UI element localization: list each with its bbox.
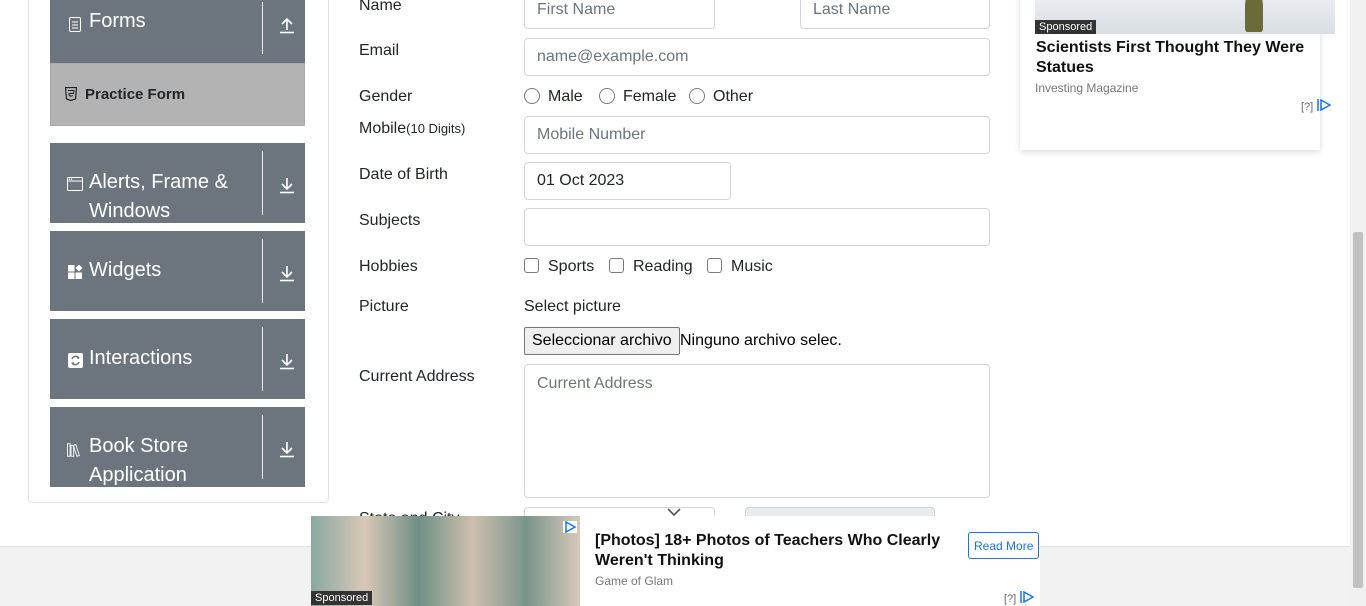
divider — [262, 151, 263, 215]
sidebar-group-label: Book Store — [89, 435, 188, 457]
divider — [262, 239, 263, 303]
adchoices[interactable]: [?] — [1301, 98, 1332, 114]
sidebar-group-widgets[interactable]: Widgets — [50, 231, 305, 311]
sidebar-group-label: Alerts, Frame & — [89, 171, 228, 193]
ad-headline[interactable]: [Photos] 18+ Photos of Teachers Who Clea… — [595, 531, 955, 571]
sidebar-group-forms[interactable]: Forms — [50, 0, 305, 63]
scrollbar-thumb[interactable] — [1353, 232, 1363, 588]
html5-icon — [64, 86, 79, 103]
sidebar-group-label: Forms — [89, 10, 146, 32]
adchoices-icon[interactable] — [563, 520, 577, 538]
dob-input[interactable]: 01 Oct 2023 — [524, 162, 731, 200]
page-scrollbar[interactable] — [1350, 0, 1366, 606]
gender-male-radio[interactable] — [524, 88, 540, 104]
divider — [262, 327, 263, 391]
mobile-hint: (10 Digits) — [406, 121, 466, 136]
download-arrow-icon[interactable] — [278, 264, 296, 282]
interactions-icon — [67, 352, 83, 368]
file-status-text: Ninguno archivo selec. — [680, 332, 842, 349]
hobby-music-label[interactable]: Music — [731, 258, 773, 276]
hobbies-label: Hobbies — [359, 258, 418, 275]
gender-female-label[interactable]: Female — [623, 88, 676, 106]
hobby-sports-label[interactable]: Sports — [548, 258, 594, 276]
sponsored-tag: Sponsored — [311, 591, 373, 605]
sidebar-group-label: Interactions — [89, 347, 193, 369]
right-ad[interactable]: Sponsored Scientists First Thought They … — [1020, 0, 1335, 150]
ad-image-statue — [1245, 0, 1263, 32]
adchoices-text: [?] — [1004, 592, 1017, 605]
divider — [262, 2, 263, 54]
mobile-input[interactable]: Mobile Number — [524, 116, 990, 154]
adchoices-icon — [1020, 590, 1035, 606]
widgets-icon — [67, 264, 83, 280]
hobby-music-checkbox[interactable] — [707, 258, 722, 273]
mobile-label: Mobile(10 Digits) — [359, 120, 465, 138]
subjects-input[interactable] — [524, 208, 990, 246]
sidebar-group-label-line2: Application — [89, 464, 187, 486]
document-icon — [67, 16, 83, 32]
ad-source: Game of Glam — [595, 574, 674, 588]
email-label: Email — [359, 42, 400, 59]
sidebar-group-interactions[interactable]: Interactions — [50, 319, 305, 399]
dob-label: Date of Birth — [359, 166, 448, 183]
sidebar-item-practice-form[interactable]: Practice Form — [50, 63, 305, 126]
current-address-textarea[interactable]: Current Address — [524, 364, 990, 498]
hobby-reading-label[interactable]: Reading — [633, 258, 693, 276]
read-more-button[interactable]: Read More — [968, 532, 1040, 559]
divider — [262, 415, 263, 479]
page: Forms Practice Form Alerts, Frame & Wind… — [0, 0, 1366, 606]
books-icon — [67, 442, 83, 458]
gender-male-label[interactable]: Male — [548, 88, 583, 106]
adchoices-icon — [1317, 98, 1332, 114]
choose-file-button[interactable]: Seleccionar archivo — [524, 327, 680, 355]
download-arrow-icon[interactable] — [278, 352, 296, 370]
upload-arrow-icon[interactable] — [278, 16, 296, 34]
hobby-sports-checkbox[interactable] — [524, 258, 539, 273]
download-arrow-icon[interactable] — [278, 176, 296, 194]
ad-source: Investing Magazine — [1035, 81, 1139, 95]
email-input[interactable]: name@example.com — [524, 38, 990, 76]
sidebar-group-label-line2: Windows — [89, 200, 171, 222]
gender-other-radio[interactable] — [689, 88, 705, 104]
sidebar-group-label: Widgets — [89, 259, 162, 281]
mobile-label-text: Mobile — [359, 120, 407, 137]
select-picture-label: Select picture — [524, 298, 621, 315]
sidebar-group-alerts[interactable]: Alerts, Frame & Windows — [50, 143, 305, 223]
adchoices[interactable]: [?] — [1004, 590, 1035, 606]
bottom-ad[interactable]: Sponsored [Photos] 18+ Photos of Teacher… — [311, 516, 1040, 606]
sponsored-tag: Sponsored — [1035, 20, 1097, 34]
download-arrow-icon[interactable] — [278, 440, 296, 458]
name-label: Name — [359, 0, 402, 14]
subjects-label: Subjects — [359, 212, 421, 229]
gender-label: Gender — [359, 88, 413, 105]
hobby-reading-checkbox[interactable] — [609, 258, 624, 273]
gender-other-label[interactable]: Other — [713, 88, 753, 106]
sidebar-item-label: Practice Form — [85, 86, 186, 103]
ad-headline[interactable]: Scientists First Thought They Were Statu… — [1036, 38, 1326, 78]
adchoices-text: [?] — [1301, 100, 1314, 113]
first-name-input[interactable]: First Name — [524, 0, 715, 29]
last-name-input[interactable]: Last Name — [800, 0, 990, 29]
address-label: Current Address — [359, 368, 475, 385]
picture-label: Picture — [359, 298, 409, 315]
window-icon — [67, 176, 83, 192]
gender-female-radio[interactable] — [599, 88, 615, 104]
sidebar-group-book-store[interactable]: Book Store Application — [50, 407, 305, 487]
